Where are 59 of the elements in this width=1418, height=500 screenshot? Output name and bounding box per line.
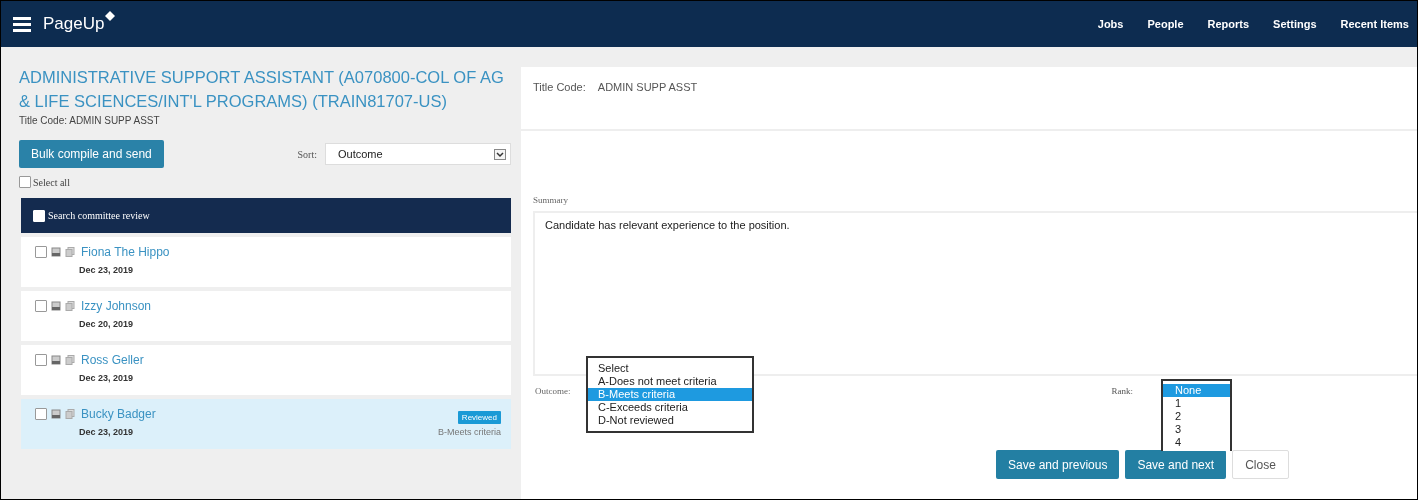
- candidate-name[interactable]: Ross Geller: [81, 353, 144, 367]
- rank-listbox[interactable]: None 1 2 3 4: [1161, 379, 1232, 451]
- listbox-option[interactable]: 1: [1163, 397, 1230, 410]
- drive-icon[interactable]: [51, 247, 61, 257]
- outcome-text: B-Meets criteria: [438, 427, 501, 437]
- nav-link[interactable]: Recent Items: [1340, 18, 1409, 30]
- menu-icon[interactable]: [13, 16, 31, 32]
- job-title: ADMINISTRATIVE SUPPORT ASSISTANT (A070800-COL OF AG & LIFE SCIENCES/INT'L PROGRAMS) (TRAIN81707-US): [19, 67, 505, 112]
- bulk-compile-button[interactable]: Bulk compile and send: [19, 140, 164, 168]
- drive-icon[interactable]: [51, 355, 61, 365]
- checkbox[interactable]: [35, 300, 47, 312]
- rank-label: Rank:: [1111, 386, 1133, 396]
- list-header-label: Search committee review: [48, 210, 150, 221]
- outcome-listbox[interactable]: Select A-Does not meet criteria B-Meets criteria C-Exceeds criteria D-Not reviewed: [586, 356, 754, 433]
- candidate-date: Dec 23, 2019: [79, 373, 135, 383]
- title-code-value: ADMIN SUPP ASST: [597, 81, 698, 95]
- caret-icon: [494, 148, 506, 160]
- select-all-label: Select all: [33, 176, 70, 188]
- drive-icon[interactable]: [51, 301, 61, 311]
- checkbox[interactable]: [35, 246, 47, 258]
- nav-link[interactable]: People: [1147, 18, 1184, 30]
- candidate-name[interactable]: Izzy Johnson: [81, 299, 152, 313]
- sort-dropdown[interactable]: Outcome: [325, 143, 511, 165]
- brand-logo[interactable]: PageUp: [43, 14, 116, 34]
- checkbox[interactable]: [19, 176, 31, 188]
- document-icon[interactable]: [65, 247, 75, 257]
- nav-link[interactable]: Reports: [1207, 18, 1250, 30]
- status-badge: Reviewed: [457, 411, 501, 424]
- save-button[interactable]: Save and next: [1125, 450, 1227, 479]
- candidate-date: Dec 23, 2019: [79, 265, 135, 275]
- sort-label: Sort:: [297, 148, 317, 160]
- document-icon[interactable]: [65, 355, 75, 365]
- save-button[interactable]: Save and previous: [996, 450, 1120, 479]
- summary-label: Summary: [533, 195, 569, 205]
- listbox-option[interactable]: C-Exceeds criteria: [588, 401, 752, 414]
- checkbox[interactable]: [35, 408, 47, 420]
- nav-link[interactable]: Settings: [1273, 18, 1317, 30]
- candidate-date: Dec 20, 2019: [79, 319, 135, 329]
- listbox-option[interactable]: Select: [588, 362, 752, 375]
- document-icon[interactable]: [65, 409, 75, 419]
- outcome-label: Outcome:: [535, 386, 571, 396]
- candidate-row[interactable]: Bucky Badger Dec 23, 2019 Reviewed B-Meets criteria: [21, 399, 511, 449]
- listbox-option[interactable]: 4: [1163, 436, 1230, 449]
- listbox-option[interactable]: A-Does not meet criteria: [588, 375, 752, 388]
- listbox-option[interactable]: 3: [1163, 423, 1230, 436]
- listbox-option[interactable]: 2: [1163, 410, 1230, 423]
- drive-icon[interactable]: [51, 409, 61, 419]
- title-code-label: Title Code:: [533, 81, 586, 95]
- checkbox[interactable]: [35, 354, 47, 366]
- listbox-option[interactable]: D-Not reviewed: [588, 414, 752, 427]
- candidate-date: Dec 23, 2019: [79, 427, 135, 437]
- nav-link[interactable]: Jobs: [1097, 18, 1124, 30]
- title-code: Title Code: ADMIN SUPP ASST: [19, 115, 161, 126]
- candidate-row[interactable]: Ross Geller Dec 23, 2019: [21, 345, 511, 395]
- close-button[interactable]: Close: [1232, 450, 1289, 479]
- candidate-row[interactable]: Izzy Johnson Dec 20, 2019: [21, 291, 511, 341]
- candidate-row[interactable]: Fiona The Hippo Dec 23, 2019: [21, 237, 511, 287]
- candidate-name[interactable]: Fiona The Hippo: [81, 245, 170, 259]
- document-icon[interactable]: [65, 301, 75, 311]
